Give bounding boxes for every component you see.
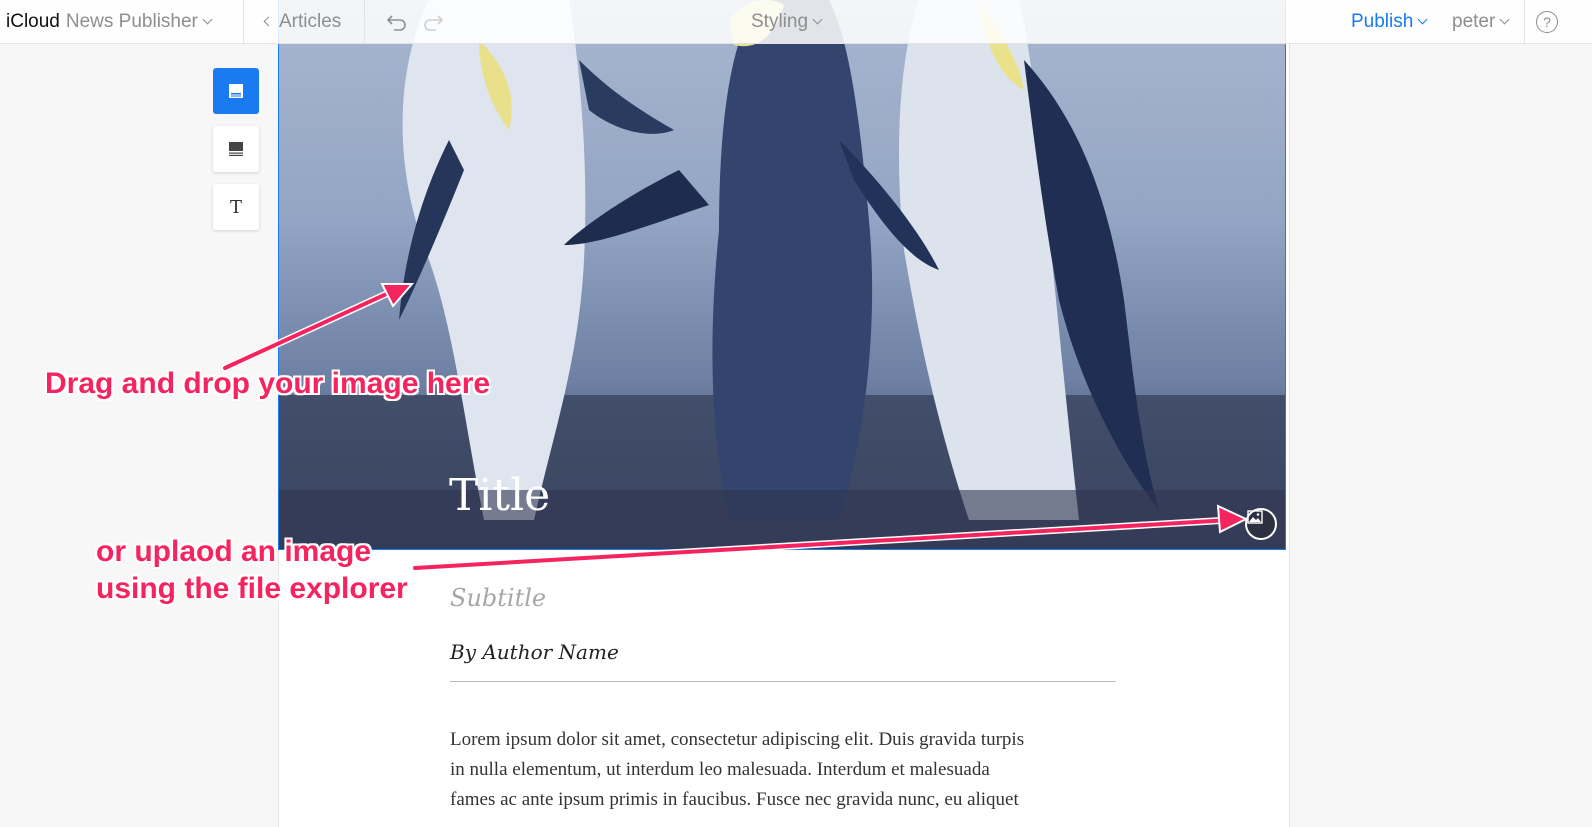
byline-divider — [450, 681, 1116, 682]
header-layout-button[interactable] — [213, 68, 259, 114]
chevron-down-icon — [812, 14, 823, 25]
user-menu[interactable]: peter — [1452, 0, 1510, 43]
chevron-down-icon — [1499, 14, 1510, 25]
header-layout-icon — [229, 84, 243, 98]
divider — [1524, 0, 1525, 43]
back-label: Articles — [279, 10, 342, 32]
app-name: News Publisher — [65, 10, 198, 32]
redo-icon — [424, 14, 444, 31]
chevron-down-icon — [1417, 14, 1428, 25]
body-line: in nulla elementum, ut interdum leo male… — [450, 759, 990, 780]
article-body[interactable]: Lorem ipsum dolor sit amet, consectetur … — [450, 725, 1120, 815]
help-icon: ? — [1536, 10, 1558, 33]
brand-label: iCloud — [6, 10, 60, 32]
undo-button[interactable] — [386, 0, 408, 43]
user-name: peter — [1452, 10, 1496, 32]
styling-label: Styling — [751, 10, 809, 32]
body-line: Lorem ipsum dolor sit amet, consectetur … — [450, 729, 1025, 750]
back-to-articles-link[interactable]: Articles — [263, 0, 342, 43]
top-bar: iCloud News Publisher Articles Styling P… — [0, 0, 1592, 44]
article-byline[interactable]: By Author Name — [450, 640, 619, 664]
drag-drop-annotation: Drag and drop your image here — [45, 367, 491, 400]
help-button[interactable]: ? — [1536, 0, 1558, 43]
hero-image — [279, 0, 1285, 549]
divider — [364, 0, 365, 43]
styling-menu[interactable]: Styling — [751, 0, 823, 43]
app-menu[interactable]: iCloud News Publisher — [6, 0, 213, 43]
upload-annotation-line2: using the file explorer — [96, 572, 408, 605]
redo-button[interactable] — [422, 0, 444, 43]
text-block-icon: T — [229, 196, 242, 218]
text-block-button[interactable]: T — [213, 184, 259, 230]
image-icon — [1247, 510, 1263, 524]
chevron-down-icon — [202, 14, 213, 25]
article-subtitle[interactable]: Subtitle — [450, 584, 546, 612]
article-title[interactable]: Title — [449, 470, 550, 521]
chevron-left-icon — [263, 16, 274, 27]
body-line: fames ac ante ipsum primis in faucibus. … — [450, 789, 1019, 810]
header-image-dropzone[interactable]: Title — [278, 0, 1286, 550]
undo-icon — [386, 14, 406, 31]
publish-menu[interactable]: Publish — [1351, 0, 1428, 43]
publish-label: Publish — [1351, 10, 1414, 32]
image-block-icon — [229, 142, 243, 156]
image-block-button[interactable] — [213, 126, 259, 172]
divider — [243, 0, 244, 43]
upload-image-button[interactable] — [1245, 508, 1277, 540]
upload-annotation-line1: or uplaod an image — [96, 535, 372, 568]
